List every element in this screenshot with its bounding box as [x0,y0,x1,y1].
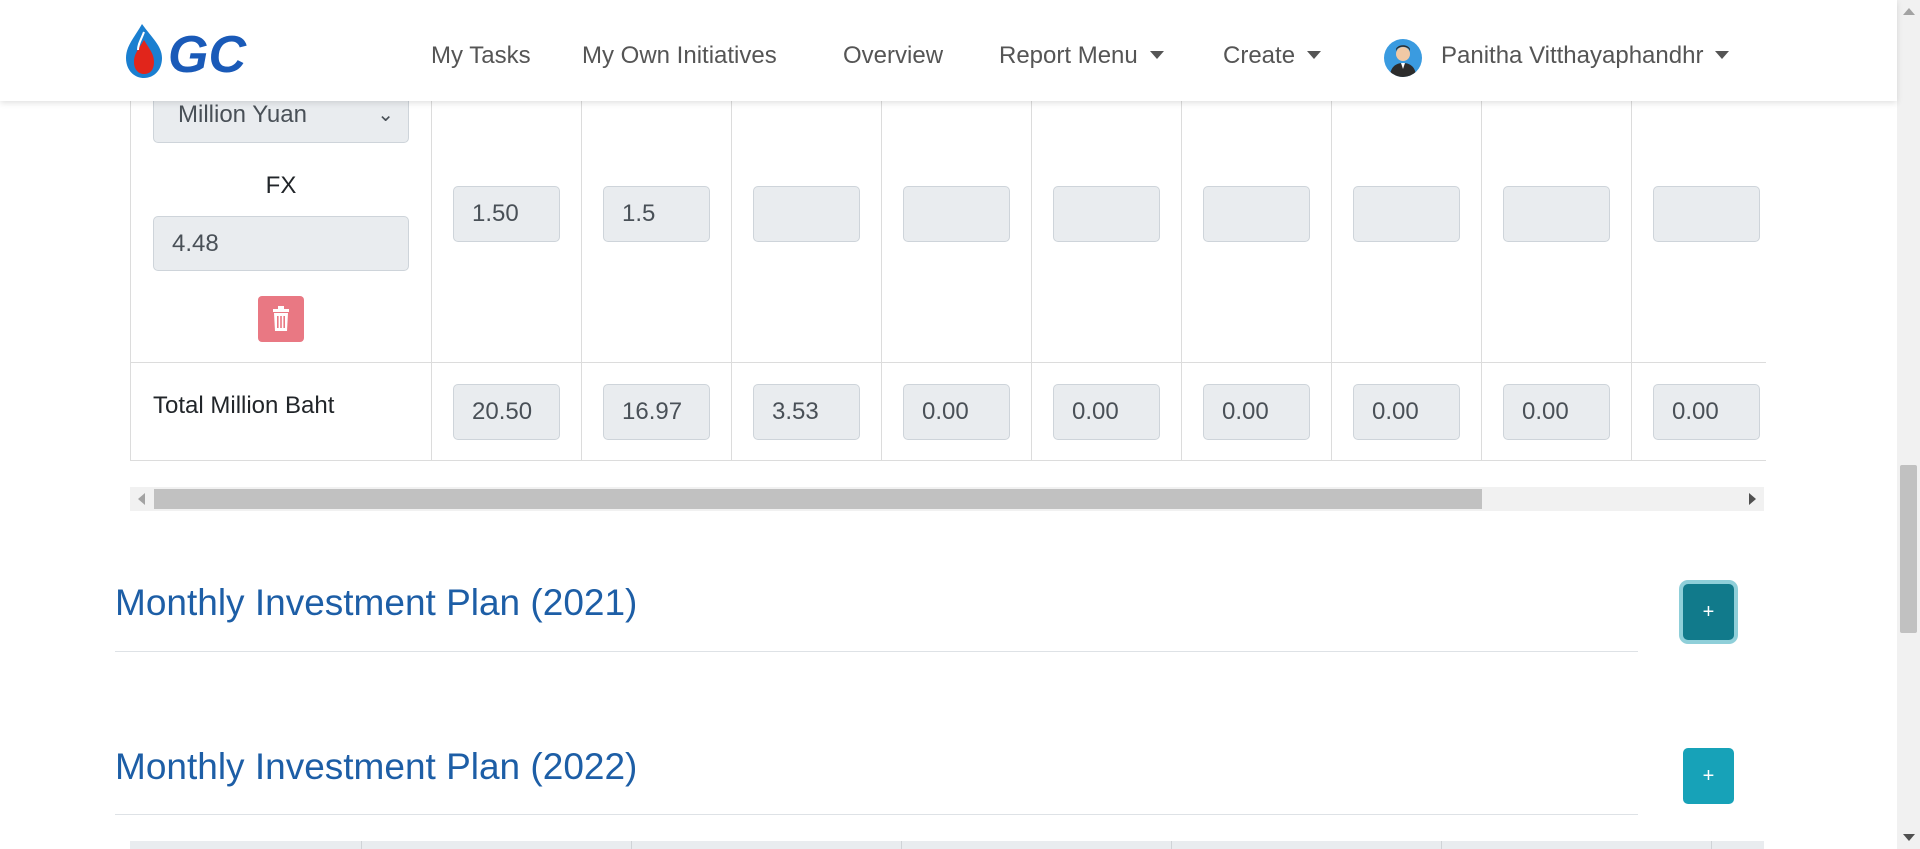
gc-logo[interactable]: GC [124,22,294,84]
nav-overview[interactable]: Overview [843,42,943,70]
total-value-input[interactable]: 0.00 [1503,384,1610,440]
total-value-input[interactable]: 0.00 [1203,384,1310,440]
nav-my-tasks-label: My Tasks [431,42,531,69]
currency-value-input[interactable] [903,186,1010,242]
nav-report-menu[interactable]: Report Menu [999,42,1164,70]
total-value-input[interactable]: 20.50 [453,384,560,440]
scroll-down-icon[interactable] [1903,834,1915,841]
scroll-left-icon[interactable] [138,493,145,505]
total-value-input[interactable]: 3.53 [753,384,860,440]
top-navbar: GC My Tasks My Own Initiatives Overview … [0,0,1897,101]
page-scrollbar[interactable] [1897,0,1920,849]
nav-create[interactable]: Create [1223,42,1322,70]
currency-value-input[interactable] [1053,186,1160,242]
total-value-input[interactable]: 0.00 [1353,384,1460,440]
total-value-input[interactable]: 0.00 [1653,384,1760,440]
nav-report-menu-label: Report Menu [999,42,1138,69]
currency-value-input[interactable] [753,186,860,242]
user-name: Panitha Vitthayaphandhr [1441,42,1704,69]
nav-my-own-initiatives[interactable]: My Own Initiatives [582,42,777,70]
expand-2022-button[interactable]: + [1683,748,1734,804]
currency-value-input[interactable] [1203,186,1310,242]
currency-select-value: Million Yuan [178,101,307,128]
expand-2021-button[interactable]: + [1683,584,1734,640]
section-title-2022: Monthly Investment Plan (2022) [115,746,638,787]
currency-value-input[interactable]: 1.50 [453,186,560,242]
nav-overview-label: Overview [843,42,944,69]
horizontal-scrollbar[interactable] [130,487,1764,511]
total-value-input[interactable]: 0.00 [1053,384,1160,440]
user-avatar-icon[interactable] [1384,39,1422,77]
currency-value-input[interactable] [1503,186,1610,242]
section-divider [115,814,1638,815]
trash-icon [273,306,289,331]
currency-value-input[interactable] [1653,186,1760,242]
logo-text: GC [168,26,247,82]
chevron-down-icon [1715,51,1730,59]
currency-value-input[interactable] [1353,186,1460,242]
nav-my-tasks[interactable]: My Tasks [431,42,531,70]
nav-create-label: Create [1223,42,1296,69]
fx-input[interactable]: 4.48 [153,216,409,271]
total-row-label: Total Million Baht [153,392,335,419]
table-header-row [130,841,1764,849]
section-divider [115,651,1638,652]
scrollbar-thumb[interactable] [154,489,1482,509]
total-value-input[interactable]: 0.00 [903,384,1010,440]
logo-flame-icon: GC [126,24,247,84]
section-title-2021: Monthly Investment Plan (2021) [115,582,638,623]
scroll-right-icon[interactable] [1749,493,1756,505]
page-scrollbar-thumb[interactable] [1900,465,1917,633]
delete-button[interactable] [258,296,304,342]
chevron-down-icon [1149,51,1164,59]
chevron-down-icon [1307,51,1322,59]
user-menu[interactable]: Panitha Vitthayaphandhr [1441,42,1730,70]
nav-my-own-initiatives-label: My Own Initiatives [582,42,777,69]
fx-label: FX [265,172,297,199]
total-value-input[interactable]: 16.97 [603,384,710,440]
scroll-up-icon[interactable] [1903,8,1915,15]
currency-value-input[interactable]: 1.5 [603,186,710,242]
